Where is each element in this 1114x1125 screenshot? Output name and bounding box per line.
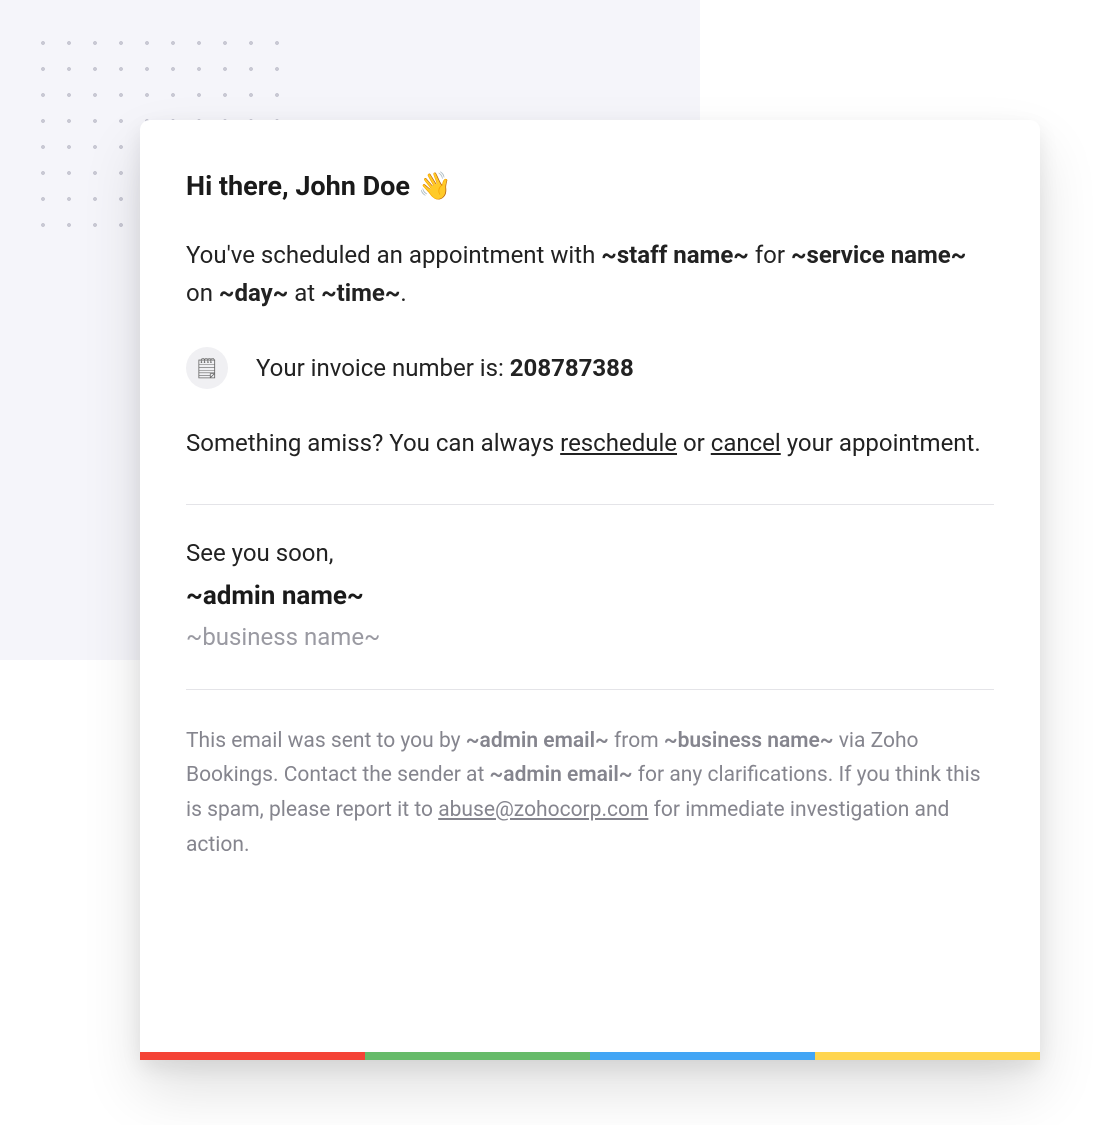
body-t5: . — [400, 279, 406, 307]
signoff-block: See you soon, ~admin name~ ~business nam… — [186, 539, 994, 651]
time-placeholder: ~time~ — [321, 279, 400, 307]
body-t2: for — [749, 241, 791, 269]
footer-t1: This email was sent to you by — [186, 729, 466, 753]
footer-admin-email-2: ~admin email~ — [490, 763, 633, 787]
strip-yellow — [815, 1052, 1040, 1060]
strip-red — [140, 1052, 365, 1060]
notepad-icon: 🗒 — [186, 347, 228, 389]
reschedule-link[interactable]: reschedule — [560, 429, 677, 457]
color-strip — [140, 1052, 1040, 1060]
footer-disclaimer: This email was sent to you by ~admin ema… — [186, 724, 994, 863]
actions-t2: or — [677, 429, 711, 457]
abuse-email-link[interactable]: abuse@zohocorp.com — [438, 798, 648, 822]
invoice-text: Your invoice number is: 208787388 — [256, 354, 634, 382]
greeting-prefix: Hi there, — [186, 170, 295, 202]
footer-t2: from — [609, 729, 664, 753]
actions-t3: your appointment. — [781, 429, 981, 457]
divider-2 — [186, 689, 994, 690]
day-placeholder: ~day~ — [219, 279, 288, 307]
greeting-line: Hi there, John Doe 👋 — [186, 170, 994, 202]
footer-admin-email-1: ~admin email~ — [466, 729, 609, 753]
service-name-placeholder: ~service name~ — [791, 241, 966, 269]
appointment-summary: You've scheduled an appointment with ~st… — [186, 236, 994, 313]
email-card: Hi there, John Doe 👋 You've scheduled an… — [140, 120, 1040, 1060]
body-t1: You've scheduled an appointment with — [186, 241, 601, 269]
signoff-label: See you soon, — [186, 539, 994, 567]
footer-business-name: ~business name~ — [664, 729, 834, 753]
cancel-link[interactable]: cancel — [711, 429, 781, 457]
admin-name-placeholder: ~admin name~ — [186, 581, 994, 611]
staff-name-placeholder: ~staff name~ — [601, 241, 749, 269]
divider-1 — [186, 504, 994, 505]
invoice-number: 208787388 — [510, 354, 634, 382]
invoice-row: 🗒 Your invoice number is: 208787388 — [186, 347, 994, 389]
invoice-label: Your invoice number is: — [256, 354, 510, 382]
body-t3: on — [186, 279, 219, 307]
actions-t1: Something amiss? You can always — [186, 429, 560, 457]
strip-green — [365, 1052, 590, 1060]
recipient-name: John Doe — [295, 170, 410, 202]
wave-icon: 👋 — [418, 170, 452, 202]
body-t4: at — [288, 279, 321, 307]
strip-blue — [590, 1052, 815, 1060]
actions-text: Something amiss? You can always reschedu… — [186, 423, 994, 464]
business-name-placeholder: ~business name~ — [186, 623, 994, 651]
